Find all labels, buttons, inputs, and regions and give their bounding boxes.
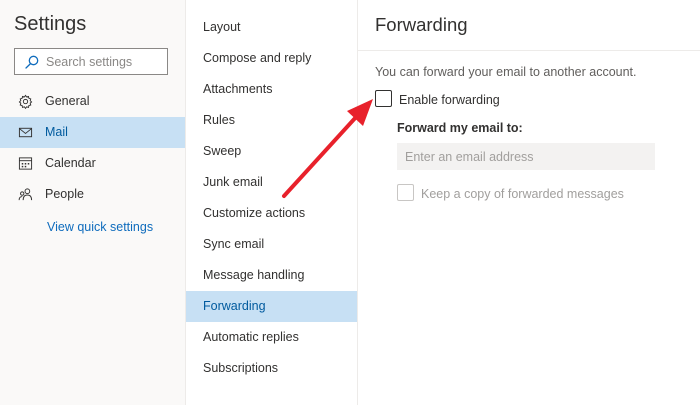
gear-icon xyxy=(18,94,33,109)
forwarding-title: Forwarding xyxy=(375,14,468,35)
section-label: Rules xyxy=(203,113,235,127)
mail-settings-sections: Layout Compose and reply Attachments Rul… xyxy=(186,0,358,405)
section-forwarding[interactable]: Forwarding xyxy=(186,291,357,322)
people-icon xyxy=(18,188,33,201)
search-icon xyxy=(25,55,39,69)
divider xyxy=(358,50,700,51)
section-sweep[interactable]: Sweep xyxy=(186,136,357,167)
section-attachments[interactable]: Attachments xyxy=(186,74,357,105)
category-label: Mail xyxy=(45,125,68,139)
section-label: Attachments xyxy=(203,82,273,96)
search-settings-input[interactable]: Search settings xyxy=(14,48,168,75)
email-placeholder: Enter an email address xyxy=(405,150,534,164)
section-label: Automatic replies xyxy=(203,330,299,344)
section-subscriptions[interactable]: Subscriptions xyxy=(186,353,357,384)
section-label: Compose and reply xyxy=(203,51,312,65)
settings-title: Settings xyxy=(14,13,87,35)
mail-icon xyxy=(18,127,33,138)
section-message-handling[interactable]: Message handling xyxy=(186,260,357,291)
view-quick-settings-link[interactable]: View quick settings xyxy=(47,220,153,234)
enable-forwarding-checkbox[interactable] xyxy=(375,90,392,107)
section-label: Sweep xyxy=(203,144,242,158)
search-placeholder: Search settings xyxy=(46,55,133,69)
section-label: Message handling xyxy=(203,268,305,282)
section-junk-email[interactable]: Junk email xyxy=(186,167,357,198)
section-customize-actions[interactable]: Customize actions xyxy=(186,198,357,229)
calendar-icon xyxy=(18,157,33,170)
section-label: Junk email xyxy=(203,175,263,189)
forward-to-label: Forward my email to: xyxy=(397,121,523,135)
category-label: Calendar xyxy=(45,156,96,170)
section-layout[interactable]: Layout xyxy=(186,12,357,43)
keep-copy-label: Keep a copy of forwarded messages xyxy=(421,187,624,201)
keep-copy-checkbox xyxy=(397,184,414,201)
section-label: Customize actions xyxy=(203,206,306,220)
category-mail[interactable]: Mail xyxy=(0,117,185,148)
category-calendar[interactable]: Calendar xyxy=(0,148,185,179)
category-label: General xyxy=(45,94,90,108)
section-label: Forwarding xyxy=(203,299,266,313)
enable-forwarding-label[interactable]: Enable forwarding xyxy=(399,93,500,107)
section-compose-and-reply[interactable]: Compose and reply xyxy=(186,43,357,74)
section-label: Sync email xyxy=(203,237,265,251)
section-label: Layout xyxy=(203,20,241,34)
section-automatic-replies[interactable]: Automatic replies xyxy=(186,322,357,353)
category-people[interactable]: People xyxy=(0,179,185,210)
section-sync-email[interactable]: Sync email xyxy=(186,229,357,260)
category-general[interactable]: General xyxy=(0,86,185,117)
forwarding-settings-pane: Forwarding You can forward your email to… xyxy=(358,0,700,405)
section-label: Subscriptions xyxy=(203,361,279,375)
forward-email-input[interactable]: Enter an email address xyxy=(397,143,655,170)
settings-nav-pane: Settings Search settings General Mail Ca… xyxy=(0,0,186,405)
section-rules[interactable]: Rules xyxy=(186,105,357,136)
forwarding-description: You can forward your email to another ac… xyxy=(375,65,637,79)
category-label: People xyxy=(45,187,84,201)
